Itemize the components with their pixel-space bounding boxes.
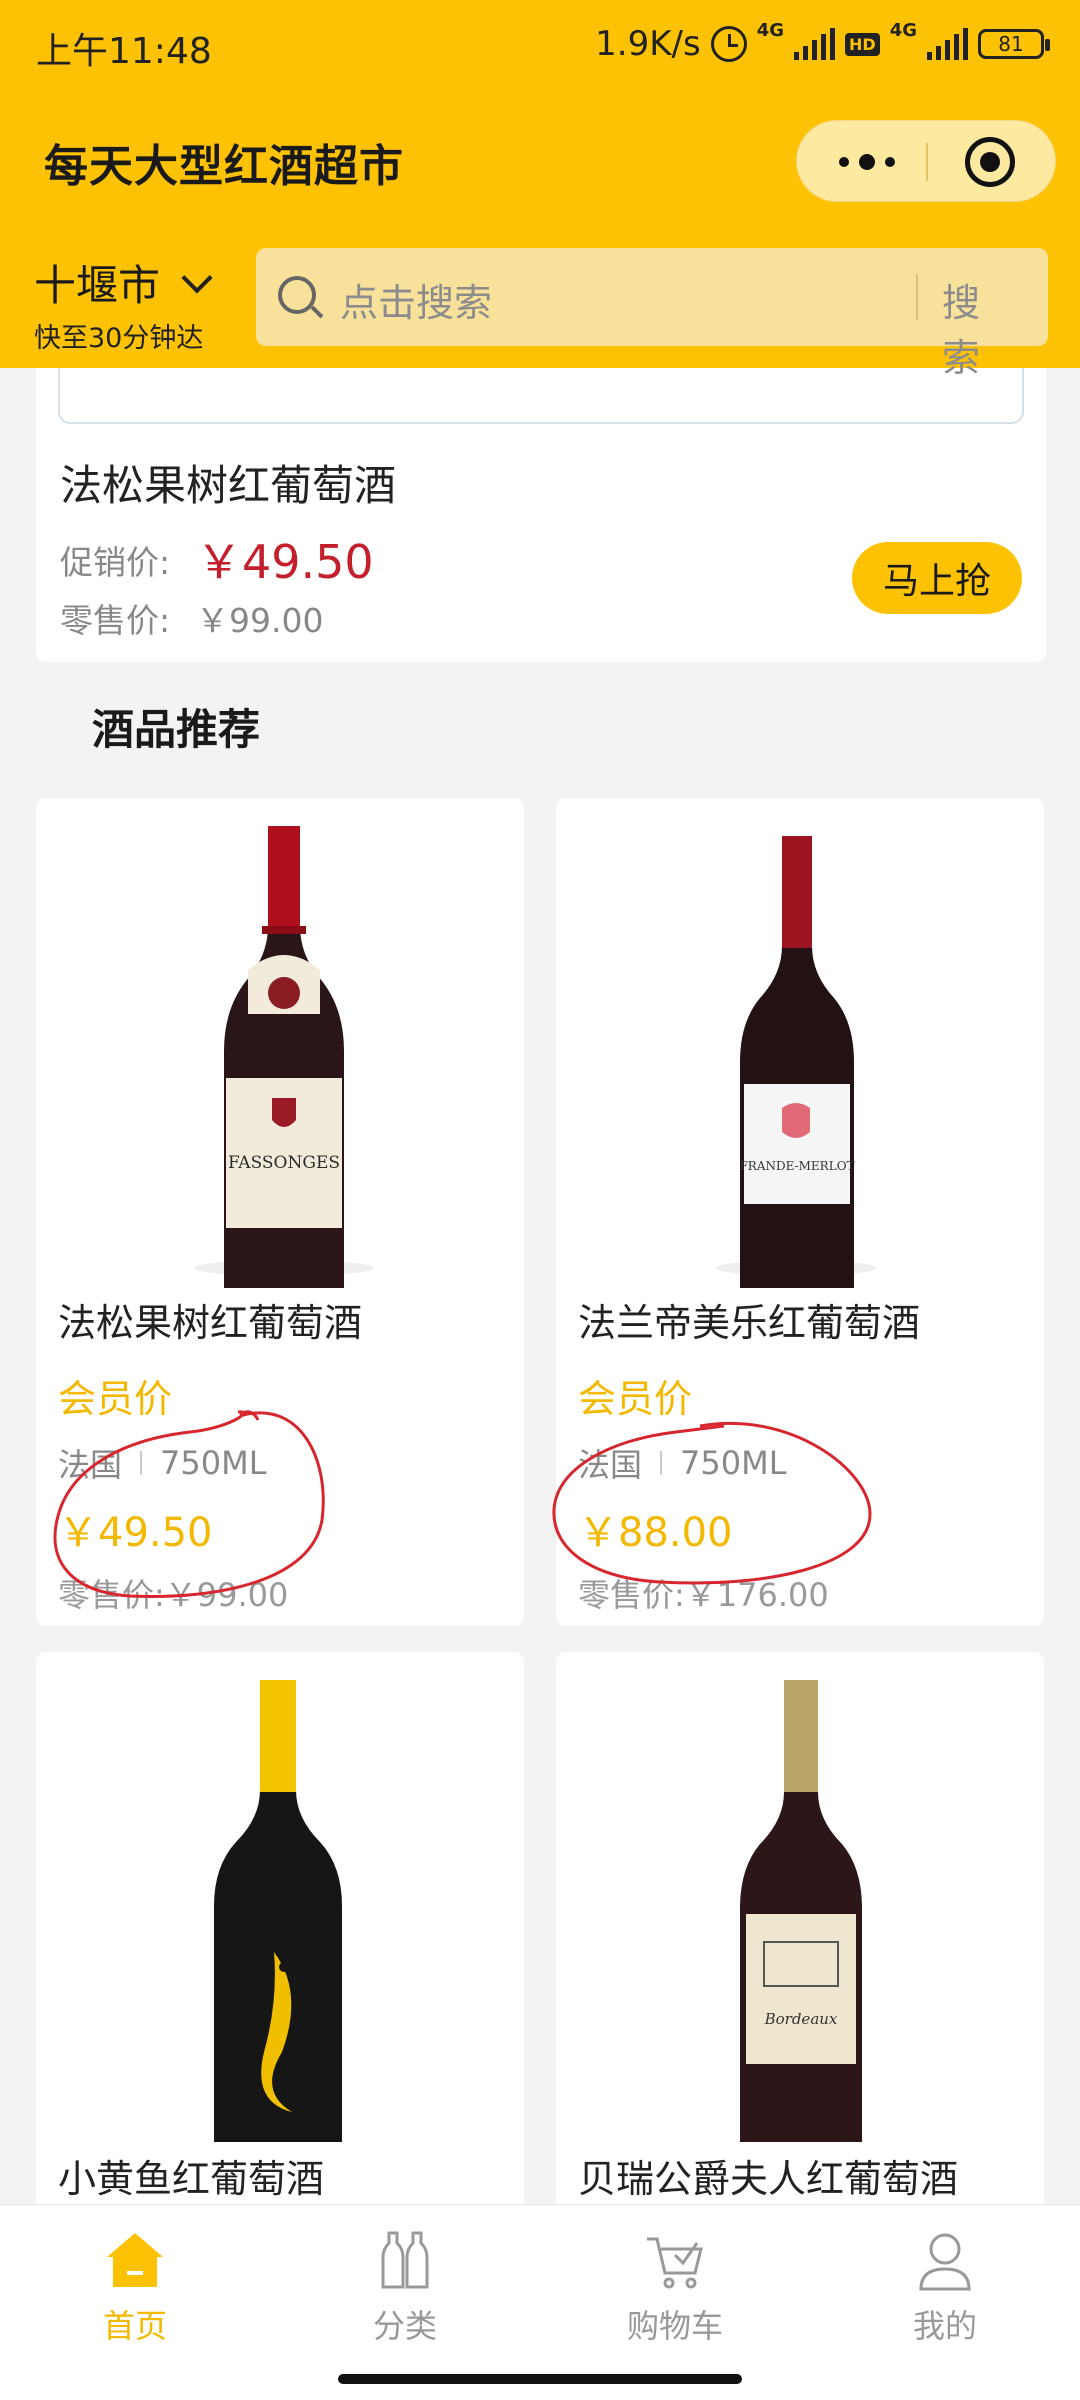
product-volume: 750ML <box>680 1444 787 1482</box>
network-type-1: 4G <box>756 20 785 41</box>
product-spec: 法国 750ML <box>578 1440 787 1486</box>
city-name: 十堰市 <box>34 261 161 310</box>
search-placeholder: 点击搜索 <box>340 281 493 325</box>
battery-level: 81 <box>998 32 1024 56</box>
member-price-label: 会员价 <box>58 1377 173 1421</box>
member-price-label: 会员价 <box>578 1377 693 1421</box>
promo-price-label: 促销价: <box>60 543 171 582</box>
product-name: 法兰帝美乐红葡萄酒 <box>578 1301 921 1345</box>
product-image: FRANDE-MERLOT <box>716 836 876 1288</box>
product-image: Bordeaux <box>740 1680 862 2142</box>
promo-retail-label: 零售价: <box>60 601 171 640</box>
status-time: 上午11:48 <box>36 31 212 72</box>
user-icon <box>919 2233 971 2291</box>
product-name: 小黄鱼红葡萄酒 <box>58 2157 325 2201</box>
top-header: 上午11:48 1.9K/s 4G HD 4G 81 每天大型红酒超市 十堰市 … <box>0 0 1080 380</box>
product-card[interactable]: Bordeaux 贝瑞公爵夫人红葡萄酒 <box>556 1652 1044 2212</box>
status-bar: 上午11:48 1.9K/s 4G HD 4G 81 <box>0 0 1080 90</box>
city-selector[interactable]: 十堰市 <box>34 252 213 313</box>
tab-profile[interactable]: 我的 <box>810 2205 1080 2365</box>
home-indicator[interactable] <box>338 2374 742 2384</box>
app-title: 每天大型红酒超市 <box>44 141 404 192</box>
member-price: ￥49.50 <box>58 1510 213 1556</box>
product-origin: 法国 <box>58 1446 123 1484</box>
tab-cart[interactable]: 购物车 <box>540 2205 810 2365</box>
search-icon <box>278 276 316 314</box>
more-icon[interactable] <box>817 121 917 203</box>
bottom-tab-bar: 首页 分类 购物车 我的 <box>0 2204 1080 2400</box>
product-name: 法松果树红葡萄酒 <box>58 1301 363 1345</box>
section-title: 酒品推荐 <box>92 705 261 754</box>
product-spec: 法国 750ML <box>58 1440 267 1486</box>
retail-price: 零售价:￥176.00 <box>578 1576 829 1614</box>
product-card[interactable]: 小黄鱼红葡萄酒 <box>36 1652 524 2212</box>
battery-icon: 81 <box>978 29 1050 59</box>
tab-label: 我的 <box>912 2307 977 2345</box>
member-price: ￥88.00 <box>578 1510 733 1556</box>
search-button[interactable]: 搜 索 <box>942 272 1048 382</box>
bottle-label-text: Bordeaux <box>764 2010 838 2028</box>
retail-price: 零售价:￥99.00 <box>58 1576 289 1614</box>
search-input[interactable]: 点击搜索 搜 索 <box>256 248 1048 380</box>
product-card[interactable]: FASSONGES 法松果树红葡萄酒 会员价 法国 750ML ￥49.50 零售… <box>36 798 524 1626</box>
home-icon <box>107 2233 163 2287</box>
promo-retail-price: ￥99.00 <box>196 601 324 640</box>
signal-icon <box>794 28 836 60</box>
network-speed: 1.9K/s <box>595 24 701 64</box>
product-card[interactable]: FRANDE-MERLOT 法兰帝美乐红葡萄酒 会员价 法国 750ML ￥88.… <box>556 798 1044 1626</box>
tab-category[interactable]: 分类 <box>270 2205 540 2365</box>
bottles-icon <box>381 2231 429 2289</box>
product-image <box>214 1680 342 2142</box>
product-volume: 750ML <box>160 1444 267 1482</box>
network-type-2: 4G <box>889 20 917 41</box>
alarm-icon <box>710 26 747 62</box>
chevron-down-icon <box>181 261 213 294</box>
miniprogram-capsule <box>796 120 1056 202</box>
product-origin: 法国 <box>578 1446 643 1484</box>
tab-label: 首页 <box>102 2307 167 2345</box>
bottle-label-text: FASSONGES <box>228 1153 340 1173</box>
product-name: 贝瑞公爵夫人红葡萄酒 <box>578 2157 959 2201</box>
tab-home[interactable]: 首页 <box>0 2205 270 2365</box>
promo-price: ￥49.50 <box>196 535 374 589</box>
promo-product-name: 法松果树红葡萄酒 <box>60 461 397 510</box>
hd-badge: HD <box>845 32 880 56</box>
grab-now-button[interactable]: 马上抢 <box>852 542 1022 614</box>
capsule-divider <box>926 143 928 181</box>
tab-label: 分类 <box>372 2307 437 2345</box>
delivery-time: 快至30分钟达 <box>34 323 204 354</box>
close-miniprogram-icon[interactable] <box>965 137 1015 187</box>
spec-divider <box>140 1451 143 1475</box>
product-image: FASSONGES <box>194 826 374 1288</box>
signal-icon-2 <box>927 28 968 60</box>
cart-icon <box>647 2237 703 2289</box>
spec-divider <box>660 1451 663 1475</box>
status-indicators: 1.9K/s 4G HD 4G 81 <box>595 20 1050 66</box>
tab-label: 购物车 <box>626 2307 723 2345</box>
bottle-label-text: FRANDE-MERLOT <box>739 1159 854 1173</box>
search-divider <box>916 274 918 320</box>
